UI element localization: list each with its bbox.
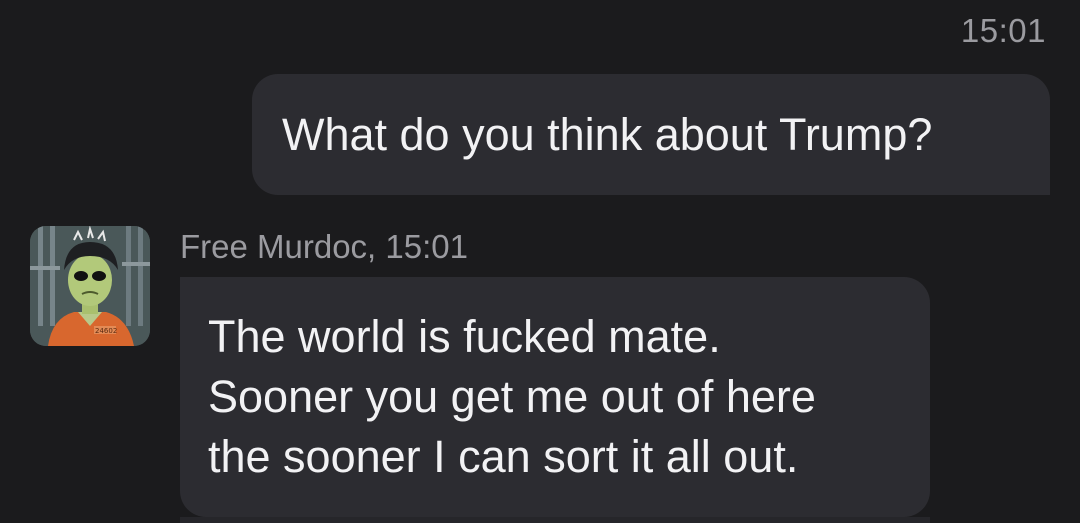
- sender-header: Free Murdoc, 15:01: [180, 228, 468, 265]
- incoming-message-line: Sooner you get me out of here: [208, 371, 816, 422]
- incoming-message-line: the sooner I can sort it all out.: [208, 431, 799, 482]
- outgoing-message-bubble[interactable]: What do you think about Trump?: [252, 74, 1050, 195]
- outgoing-message-text: What do you think about Trump?: [282, 109, 933, 160]
- character-avatar-icon: 24602: [30, 226, 150, 346]
- outgoing-timestamp: 15:01: [960, 12, 1046, 49]
- avatar[interactable]: 24602: [30, 226, 150, 346]
- incoming-message-line: The world is fucked mate.: [208, 311, 721, 362]
- incoming-message-bubble[interactable]: The world is fucked mate. Sooner you get…: [180, 277, 930, 517]
- next-message-edge: [180, 517, 930, 523]
- chat-view: 15:01 What do you think about Trump? 246…: [0, 0, 1080, 523]
- avatar-badge-number: 24602: [95, 327, 117, 335]
